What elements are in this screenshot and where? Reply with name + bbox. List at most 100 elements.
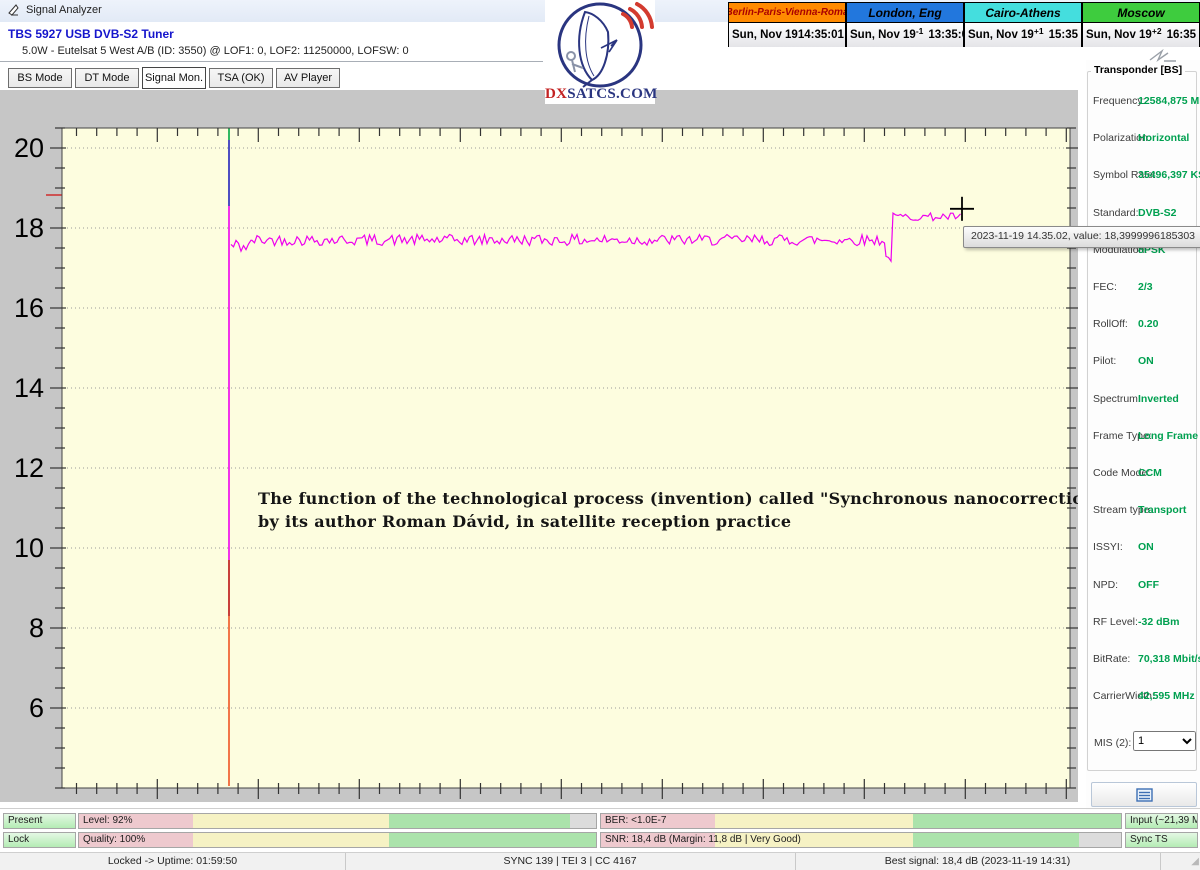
clock-time: 16:35 xyxy=(1167,29,1196,41)
snr-chart-plot[interactable]: 20 18 16 14 12 10 8 6 The function of the techno… xyxy=(0,90,1078,802)
field-label: RF Level: xyxy=(1093,616,1138,628)
field-value: Inverted xyxy=(1138,393,1179,405)
transponder-field-fec: FEC: 2/3 xyxy=(1086,281,1196,295)
field-label: BitRate: xyxy=(1093,653,1130,665)
transponder-field-frame-type: Frame Type:Long Frame xyxy=(1086,430,1196,444)
field-value: 35496,397 KS/s xyxy=(1138,169,1200,181)
header-separator xyxy=(0,61,543,62)
clock-utc-offset: +1 xyxy=(1034,26,1044,36)
field-value: CCM xyxy=(1138,467,1162,479)
field-label: Pilot: xyxy=(1093,355,1116,367)
transponder-field-stream-type: Stream type:Transport xyxy=(1086,504,1196,518)
clock-time: 15:35 xyxy=(1049,29,1078,41)
signal-label: Input (~21,39 Mbps) xyxy=(1130,815,1198,826)
svg-text:6: 6 xyxy=(29,693,44,723)
transponder-field-rf-level: RF Level:-32 dBm xyxy=(1086,616,1196,630)
clock-date: Sun, Nov 19 xyxy=(1086,29,1152,41)
status-box-input-21-39-mbps: Input (~21,39 Mbps) xyxy=(1125,813,1198,829)
progress-bar-snr: SNR: 18,4 dB (Margin: 11,8 dB | Very Goo… xyxy=(600,832,1122,848)
progress-bar-ber: BER: <1.0E-7 xyxy=(600,813,1122,829)
transponder-field-carrierwidth: CarrierWidth:42,595 MHz xyxy=(1086,690,1196,704)
statusbar: ◢ Locked -> Uptime: 01:59:50SYNC 139 | T… xyxy=(0,852,1200,870)
clock-cairo-athens: Cairo-AthensSun, Nov 19+115:35 xyxy=(964,2,1082,47)
tab-bs-mode[interactable]: BS Mode xyxy=(8,68,72,88)
list-icon xyxy=(1136,788,1153,802)
field-value: ON xyxy=(1138,541,1154,553)
svg-text:16: 16 xyxy=(14,293,44,323)
signal-monitor-panel: BERSNRQualityLevel 20181614121086The fun… xyxy=(0,90,1078,802)
clock-date: Sun, Nov 19 xyxy=(732,29,798,41)
progress-bar-quality: Quality: 100% xyxy=(78,832,597,848)
clock-body: Sun, Nov 19-113:35:01 xyxy=(847,23,963,47)
signal-label: SNR: 18,4 dB (Margin: 11,8 dB | Very Goo… xyxy=(605,834,801,845)
field-label: Standard: xyxy=(1093,207,1139,219)
transponder-field-standard: Standard:DVB-S2 xyxy=(1086,207,1196,221)
chart-tooltip: 2023-11-19 14.35.02, value: 18,399999618… xyxy=(963,226,1200,248)
field-value: 70,318 Mbit/s xyxy=(1138,653,1200,665)
svg-text:12: 12 xyxy=(14,453,44,483)
statusbar-segment-0: Locked -> Uptime: 01:59:50 xyxy=(0,853,346,870)
field-value: DVB-S2 xyxy=(1138,207,1177,219)
transponder-field-polarization: Polarization:Horizontal xyxy=(1086,132,1196,146)
tuning-info: 5.0W - Eutelsat 5 West A/B (ID: 3550) @ … xyxy=(22,45,409,57)
field-label: FEC: xyxy=(1093,281,1117,293)
status-box-present: Present xyxy=(3,813,76,829)
clock-city: Cairo-Athens xyxy=(965,3,1081,23)
tuner-name: TBS 5927 USB DVB-S2 Tuner xyxy=(8,27,174,41)
svg-text:14: 14 xyxy=(14,373,44,403)
transponder-field-frequency: Frequency:12584,875 MHz xyxy=(1086,95,1196,109)
signature-icon xyxy=(1148,49,1178,63)
signal-label: BER: <1.0E-7 xyxy=(605,815,666,826)
window-title: Signal Analyzer xyxy=(26,4,102,16)
clock-body: Sun, Nov 19+115:35 xyxy=(965,23,1081,47)
app-icon xyxy=(7,3,21,17)
signal-label: Lock xyxy=(8,834,29,845)
clock-moscow: MoscowSun, Nov 19+216:35 xyxy=(1082,2,1200,47)
transponder-field-issyi: ISSYI:ON xyxy=(1086,541,1196,555)
bars-separator xyxy=(0,808,1200,809)
field-value: 12584,875 MHz xyxy=(1138,95,1200,107)
logo-text: DXSATCS.COM xyxy=(545,86,655,103)
progress-bar-level: Level: 92% xyxy=(78,813,597,829)
tab-tsa-ok[interactable]: TSA (OK) xyxy=(209,68,273,88)
tab-dt-mode[interactable]: DT Mode xyxy=(75,68,139,88)
clock-berlin-paris-vienna-roma: Berlin-Paris-Vienna-RomaSun, Nov 1914:35… xyxy=(728,2,846,47)
field-value: 42,595 MHz xyxy=(1138,690,1195,702)
svg-text:10: 10 xyxy=(14,533,44,563)
svg-text:20: 20 xyxy=(14,133,44,163)
svg-text:The function of the technologi: The function of the technological proces… xyxy=(258,489,1078,508)
transponder-field-code-mode: Code Mode:CCM xyxy=(1086,467,1196,481)
signal-label: Sync TS xyxy=(1130,834,1168,845)
clock-city: Berlin-Paris-Vienna-Roma xyxy=(729,3,845,23)
clock-utc-offset: -1 xyxy=(916,26,924,36)
field-value: OFF xyxy=(1138,579,1159,591)
field-label: RollOff: xyxy=(1093,318,1128,330)
tab-av-player[interactable]: AV Player xyxy=(276,68,340,88)
clock-body: Sun, Nov 19+2 16:35 xyxy=(1083,23,1199,47)
tab-signal-mon[interactable]: Signal Mon. xyxy=(142,67,206,89)
field-value: 2/3 xyxy=(1138,281,1153,293)
transponder-field-npd: NPD:OFF xyxy=(1086,579,1196,593)
transponder-groupbox-title: Transponder [BS] xyxy=(1091,64,1185,76)
mis-label: MIS (2): xyxy=(1094,737,1131,749)
statusbar-segment-3 xyxy=(1160,853,1199,870)
transponder-field-spectrum: Spectrum:Inverted xyxy=(1086,393,1196,407)
signal-label: Present xyxy=(8,815,42,826)
satellite-dish-icon xyxy=(545,0,655,88)
transponder-field-rolloff: RollOff:0.20 xyxy=(1086,318,1196,332)
stream-list-button[interactable] xyxy=(1091,782,1197,807)
transponder-field-bitrate: BitRate:70,318 Mbit/s xyxy=(1086,653,1196,667)
clock-date: Sun, Nov 19 xyxy=(850,29,916,41)
clock-utc-offset: +2 xyxy=(1152,26,1162,36)
svg-text:18: 18 xyxy=(14,213,44,243)
field-value: Long Frame xyxy=(1138,430,1198,442)
signal-label: Level: 92% xyxy=(83,815,132,826)
field-value: Horizontal xyxy=(1138,132,1189,144)
clock-body: Sun, Nov 1914:35:01 xyxy=(729,23,845,47)
mis-select[interactable]: 1 xyxy=(1133,731,1196,751)
dxsatcs-logo: DXSATCS.COM xyxy=(545,0,655,104)
svg-text:8: 8 xyxy=(29,613,44,643)
status-box-lock: Lock xyxy=(3,832,76,848)
tooltip-text: 2023-11-19 14.35.02, value: 18,399999618… xyxy=(971,230,1195,242)
field-value: Transport xyxy=(1138,504,1186,516)
